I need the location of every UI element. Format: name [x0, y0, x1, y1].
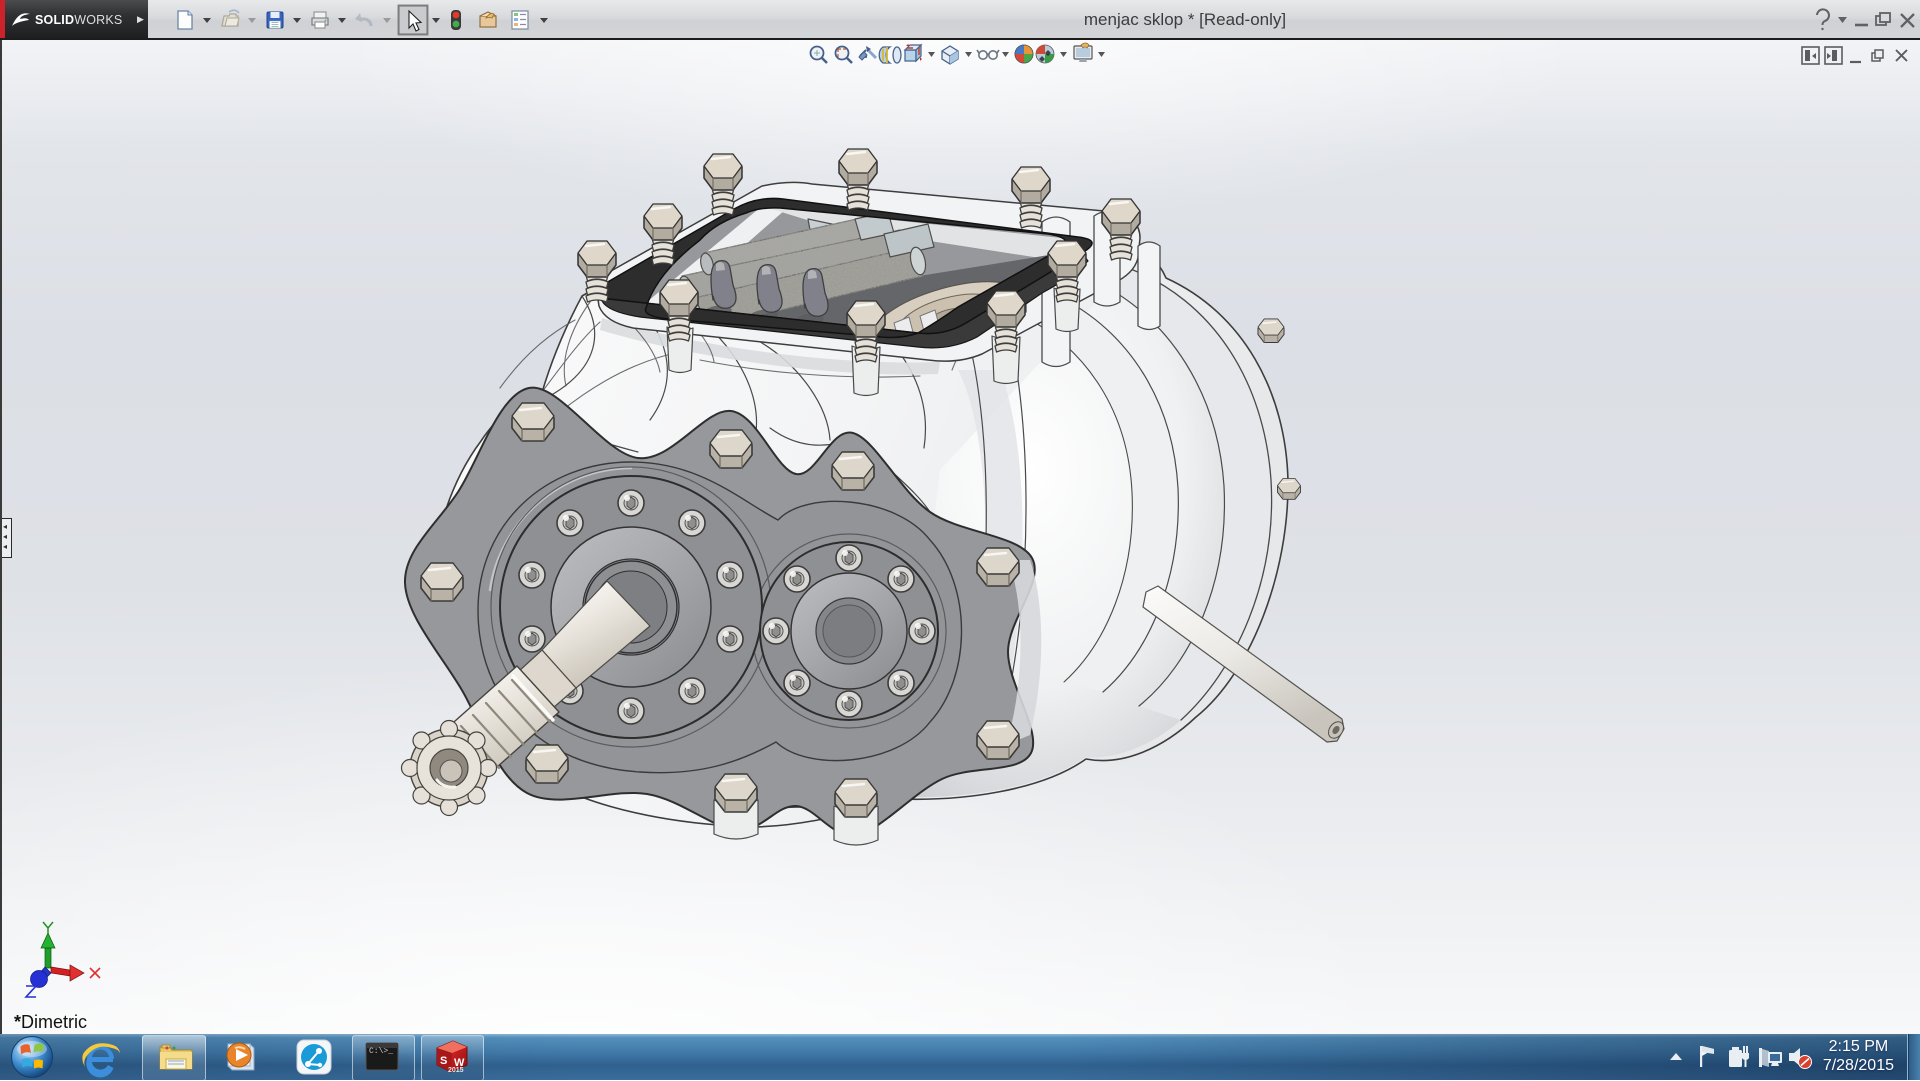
- svg-text:2015: 2015: [448, 1067, 464, 1074]
- svg-text:C:\>_: C:\>_: [369, 1047, 393, 1056]
- svg-text:S: S: [440, 1055, 447, 1067]
